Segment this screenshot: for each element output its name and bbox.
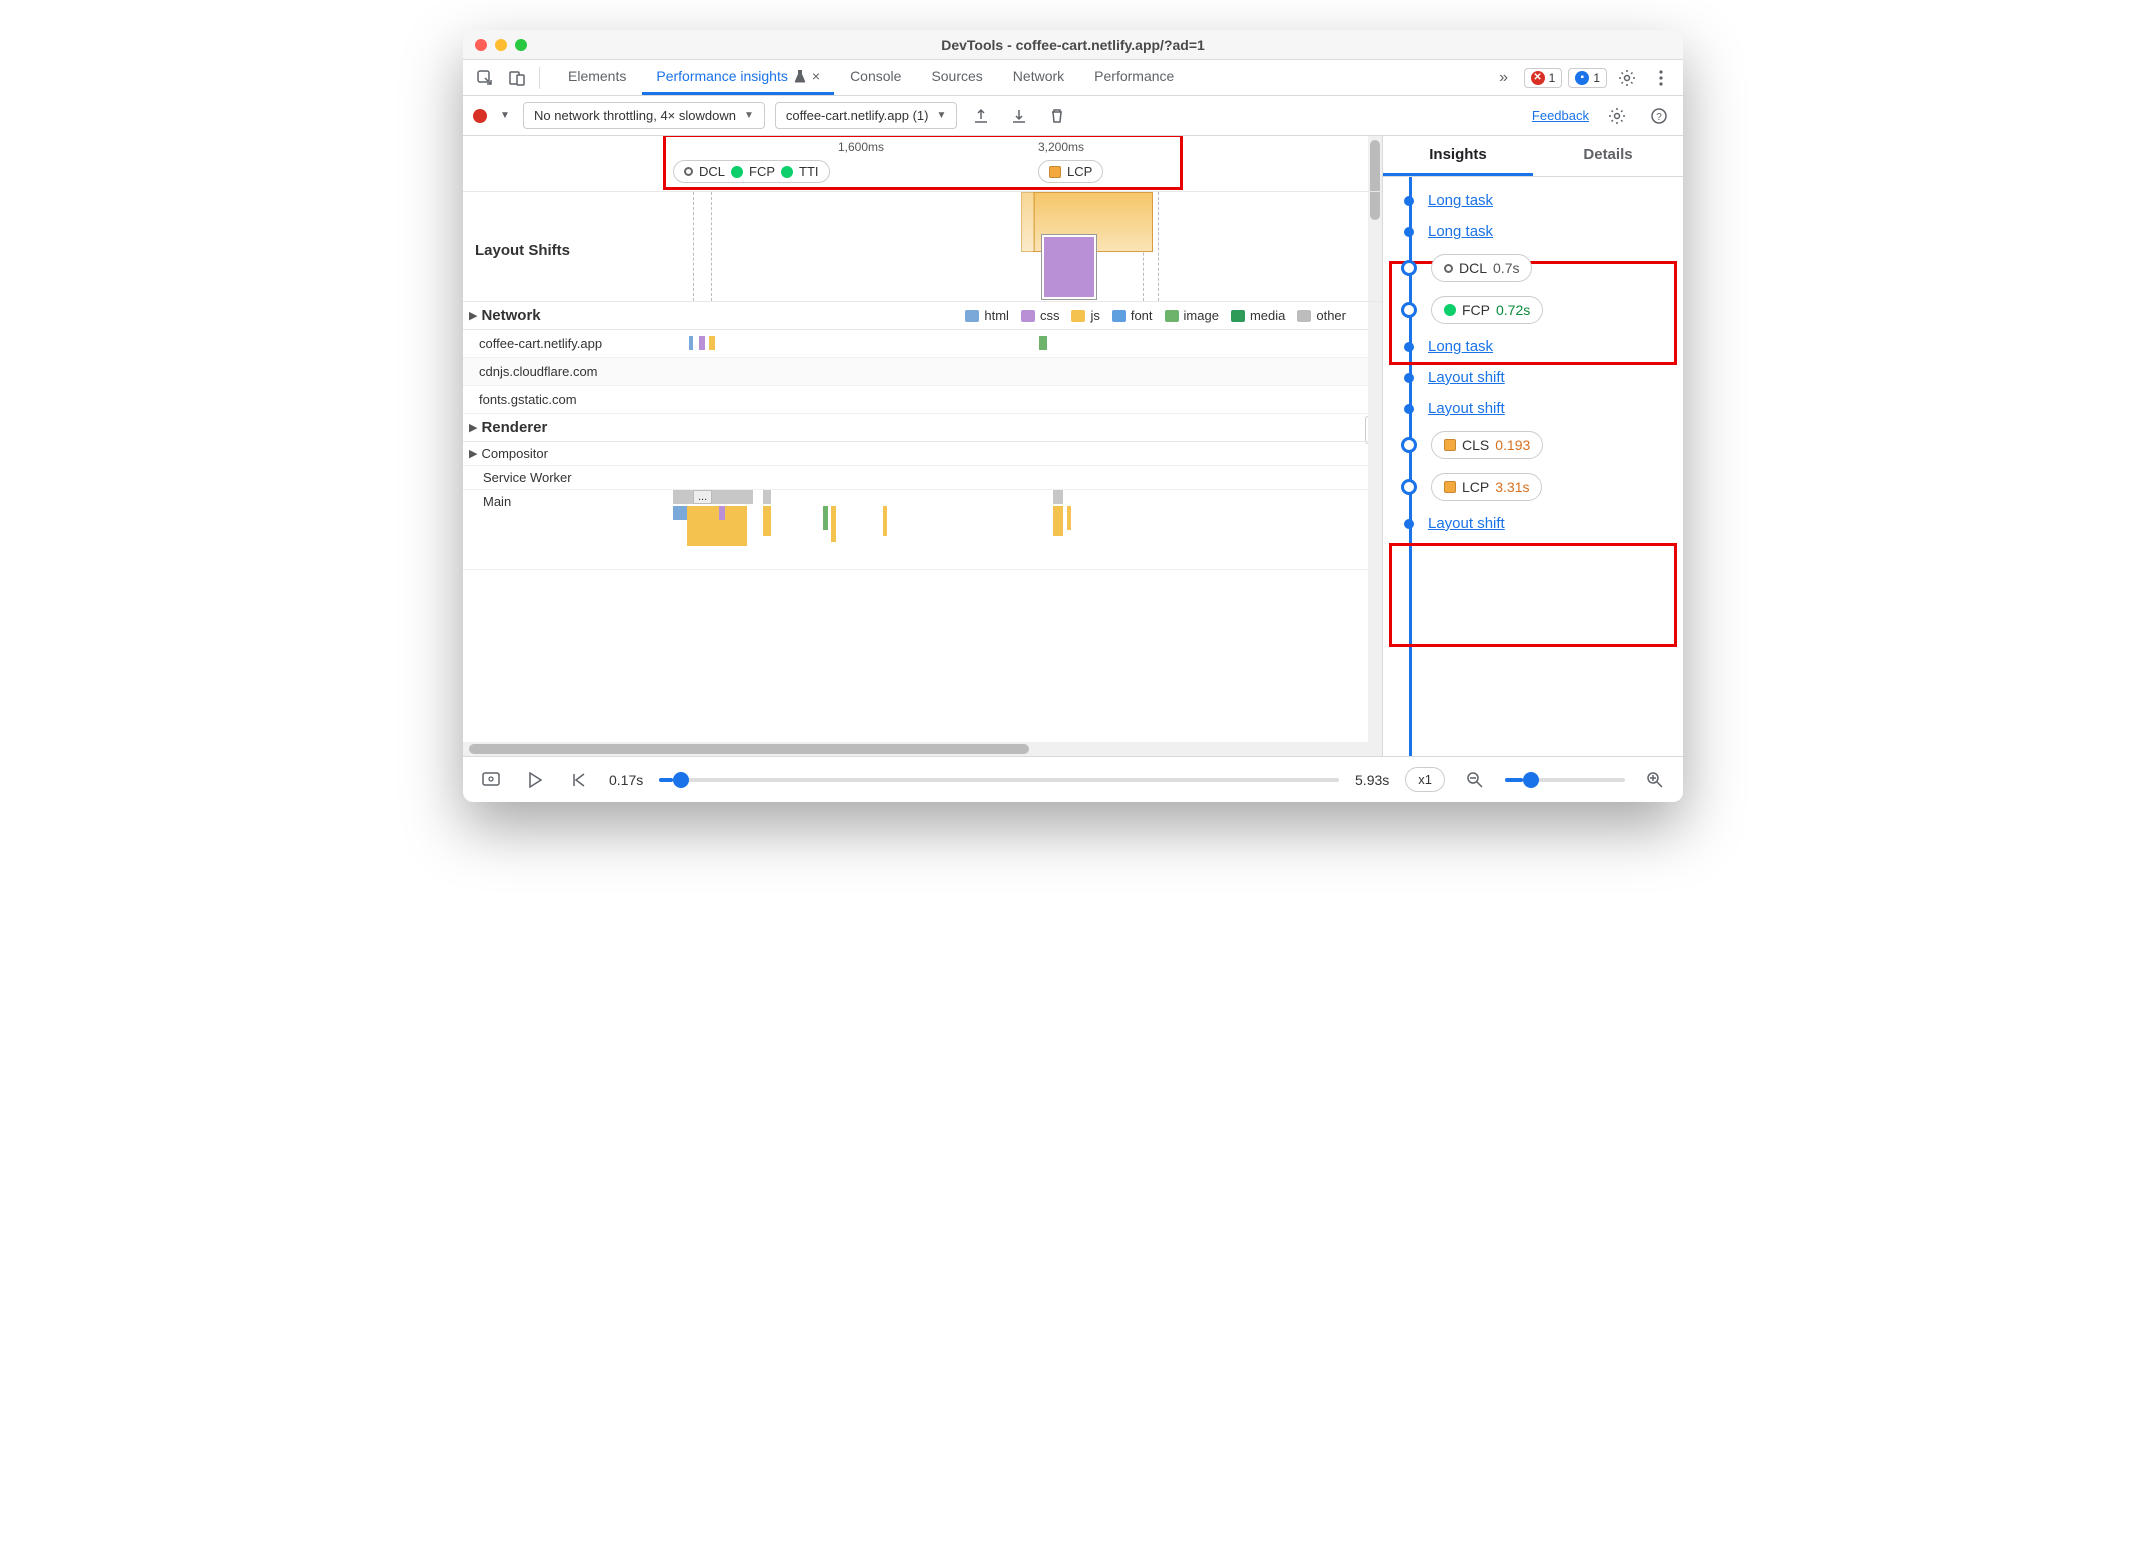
zoom-slider[interactable] — [1505, 778, 1625, 782]
zoom-in-icon[interactable] — [1641, 766, 1669, 794]
tab-network[interactable]: Network — [999, 60, 1078, 95]
import-icon[interactable] — [1005, 102, 1033, 130]
insight-item[interactable]: Layout shift — [1399, 508, 1683, 539]
insight-item[interactable]: Long task — [1399, 216, 1683, 247]
panel-tabs: Elements Performance insights × Console … — [554, 60, 1188, 95]
window-title: DevTools - coffee-cart.netlify.app/?ad=1 — [463, 37, 1683, 53]
panel-settings-icon[interactable] — [1603, 102, 1631, 130]
timeline-pane: › 1,600ms 3,200ms DCL FCP TTI LCP — [463, 136, 1383, 756]
tabs-right-controls: » ✕1 ▪1 — [1490, 64, 1675, 92]
insight-metric-dcl[interactable]: DCL 0.7s — [1399, 247, 1683, 289]
main-thread-flamegraph[interactable]: ... — [673, 490, 1382, 560]
insights-toolbar: ▼ No network throttling, 4× slowdown▼ co… — [463, 96, 1683, 136]
rewind-icon[interactable] — [565, 766, 593, 794]
insight-item[interactable]: Long task — [1399, 185, 1683, 216]
experiment-icon — [794, 69, 806, 83]
expand-icon: ▶ — [469, 421, 477, 434]
delete-icon[interactable] — [1043, 102, 1071, 130]
insight-item[interactable]: Layout shift — [1399, 362, 1683, 393]
expand-icon: ▶ — [469, 309, 477, 322]
insights-tab-details[interactable]: Details — [1533, 136, 1683, 176]
more-frames-button[interactable]: ... — [693, 490, 712, 504]
feedback-link[interactable]: Feedback — [1532, 108, 1589, 123]
network-label: Network — [481, 307, 540, 324]
tti-marker-icon — [781, 166, 793, 178]
device-toolbar-icon[interactable] — [503, 64, 531, 92]
preview-toggle-icon[interactable] — [477, 766, 505, 794]
tab-performance-insights[interactable]: Performance insights × — [642, 60, 834, 95]
lcp-marker-icon — [1049, 166, 1061, 178]
insight-metric-fcp[interactable]: FCP 0.72s — [1399, 289, 1683, 331]
issues-count-badge[interactable]: ▪1 — [1568, 68, 1607, 88]
playback-bar: 0.17s 5.93s x1 — [463, 756, 1683, 802]
svg-text:?: ? — [1656, 112, 1662, 123]
settings-gear-icon[interactable] — [1613, 64, 1641, 92]
network-host-row[interactable]: fonts.gstatic.com — [463, 386, 1382, 414]
dcl-marker-icon — [684, 167, 693, 176]
insights-tabs: Insights Details — [1383, 136, 1683, 177]
devtools-window: DevTools - coffee-cart.netlify.app/?ad=1… — [463, 30, 1683, 802]
divider — [539, 67, 540, 89]
network-legend: html css js font image media other — [965, 308, 1376, 323]
insights-list: Long task Long task DCL 0.7s FCP 0.72s L… — [1383, 177, 1683, 756]
insight-metric-cls[interactable]: CLS 0.193 — [1399, 424, 1683, 466]
devtools-tabs-bar: Elements Performance insights × Console … — [463, 60, 1683, 96]
network-section-header[interactable]: ▶ Network html css js font image media o… — [463, 302, 1382, 330]
export-icon[interactable] — [967, 102, 995, 130]
playback-end-time: 5.93s — [1355, 772, 1389, 788]
layout-shift-region[interactable] — [1021, 192, 1035, 252]
network-host-row[interactable]: cdnjs.cloudflare.com — [463, 358, 1382, 386]
layout-shift-thumbnail[interactable] — [1041, 234, 1097, 300]
insight-item[interactable]: Layout shift — [1399, 393, 1683, 424]
record-button[interactable] — [473, 109, 487, 123]
playback-start-time: 0.17s — [609, 772, 643, 788]
renderer-section-header[interactable]: ▶ Renderer — [463, 414, 1382, 442]
horizontal-scrollbar[interactable] — [463, 742, 1382, 756]
fcp-marker-icon — [731, 166, 743, 178]
marker-pill-group-1[interactable]: DCL FCP TTI — [673, 160, 830, 183]
insights-tab-insights[interactable]: Insights — [1383, 136, 1533, 176]
time-tick: 1,600ms — [838, 140, 884, 154]
main-content: › 1,600ms 3,200ms DCL FCP TTI LCP — [463, 136, 1683, 756]
throttling-select[interactable]: No network throttling, 4× slowdown▼ — [523, 102, 765, 129]
record-dropdown-icon[interactable]: ▼ — [497, 102, 513, 130]
network-host-row[interactable]: coffee-cart.netlify.app — [463, 330, 1382, 358]
close-tab-icon[interactable]: × — [812, 68, 820, 84]
highlight-box-cls-lcp — [1389, 543, 1677, 647]
timeline-markers-row: 1,600ms 3,200ms DCL FCP TTI LCP — [463, 136, 1382, 192]
insight-item[interactable]: Long task — [1399, 331, 1683, 362]
error-count-badge[interactable]: ✕1 — [1524, 68, 1563, 88]
tab-performance[interactable]: Performance — [1080, 60, 1188, 95]
more-tabs-button[interactable]: » — [1490, 64, 1518, 92]
time-tick: 3,200ms — [1038, 140, 1084, 154]
window-titlebar: DevTools - coffee-cart.netlify.app/?ad=1 — [463, 30, 1683, 60]
insight-metric-lcp[interactable]: LCP 3.31s — [1399, 466, 1683, 508]
tab-console[interactable]: Console — [836, 60, 915, 95]
inspect-element-icon[interactable] — [471, 64, 499, 92]
zoom-out-icon[interactable] — [1461, 766, 1489, 794]
play-icon[interactable] — [521, 766, 549, 794]
renderer-main-row[interactable]: Main ... — [463, 490, 1382, 570]
target-select[interactable]: coffee-cart.netlify.app (1)▼ — [775, 102, 958, 129]
playback-slider[interactable] — [659, 778, 1339, 782]
layout-shifts-track: Layout Shifts — [463, 192, 1382, 302]
insights-pane: Insights Details Long task Long task DCL… — [1383, 136, 1683, 756]
renderer-row[interactable]: ▶Compositor — [463, 442, 1382, 466]
renderer-row[interactable]: Service Worker — [463, 466, 1382, 490]
help-icon[interactable]: ? — [1645, 102, 1673, 130]
layout-shifts-label: Layout Shifts — [463, 232, 582, 269]
tab-elements[interactable]: Elements — [554, 60, 640, 95]
kebab-menu-icon[interactable] — [1647, 64, 1675, 92]
renderer-label: Renderer — [481, 419, 547, 436]
playback-speed-button[interactable]: x1 — [1405, 767, 1445, 792]
marker-pill-group-2[interactable]: LCP — [1038, 160, 1103, 183]
tab-sources[interactable]: Sources — [917, 60, 996, 95]
